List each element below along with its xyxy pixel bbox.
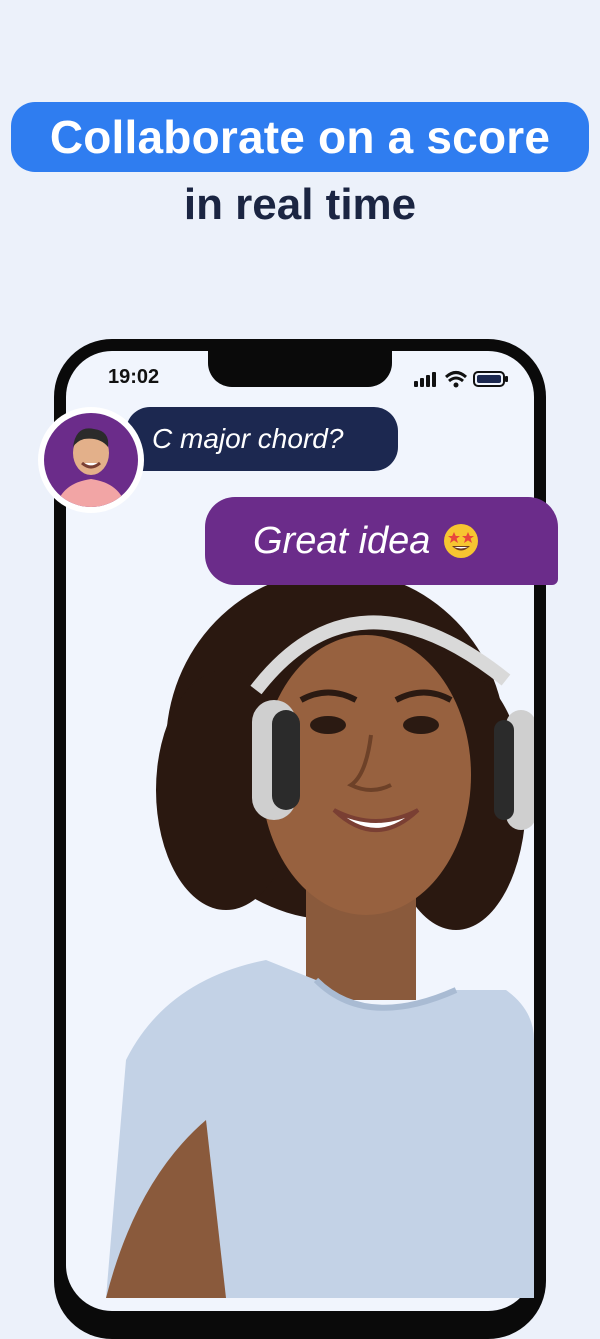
woman-with-headphones-image <box>106 570 534 1298</box>
incoming-message-bubble: C major chord? <box>126 407 398 471</box>
headline-pill: Collaborate on a score <box>11 102 589 172</box>
headline-line-2: in real time <box>183 180 417 229</box>
avatar <box>44 413 138 507</box>
star-struck-emoji-icon <box>444 524 479 558</box>
incoming-message-text: C major chord? <box>152 423 344 454</box>
phone-notch <box>208 339 392 387</box>
status-icons <box>414 371 508 388</box>
man-portrait-icon <box>56 428 126 507</box>
wifi-icon <box>444 371 468 388</box>
outgoing-message-bubble: Great idea <box>205 497 558 585</box>
status-time: 19:02 <box>108 366 160 388</box>
signal-icon <box>414 372 436 387</box>
headline-line-1: Collaborate on a score <box>49 111 551 163</box>
battery-icon <box>473 371 508 387</box>
outgoing-message-text: Great idea <box>253 519 431 562</box>
